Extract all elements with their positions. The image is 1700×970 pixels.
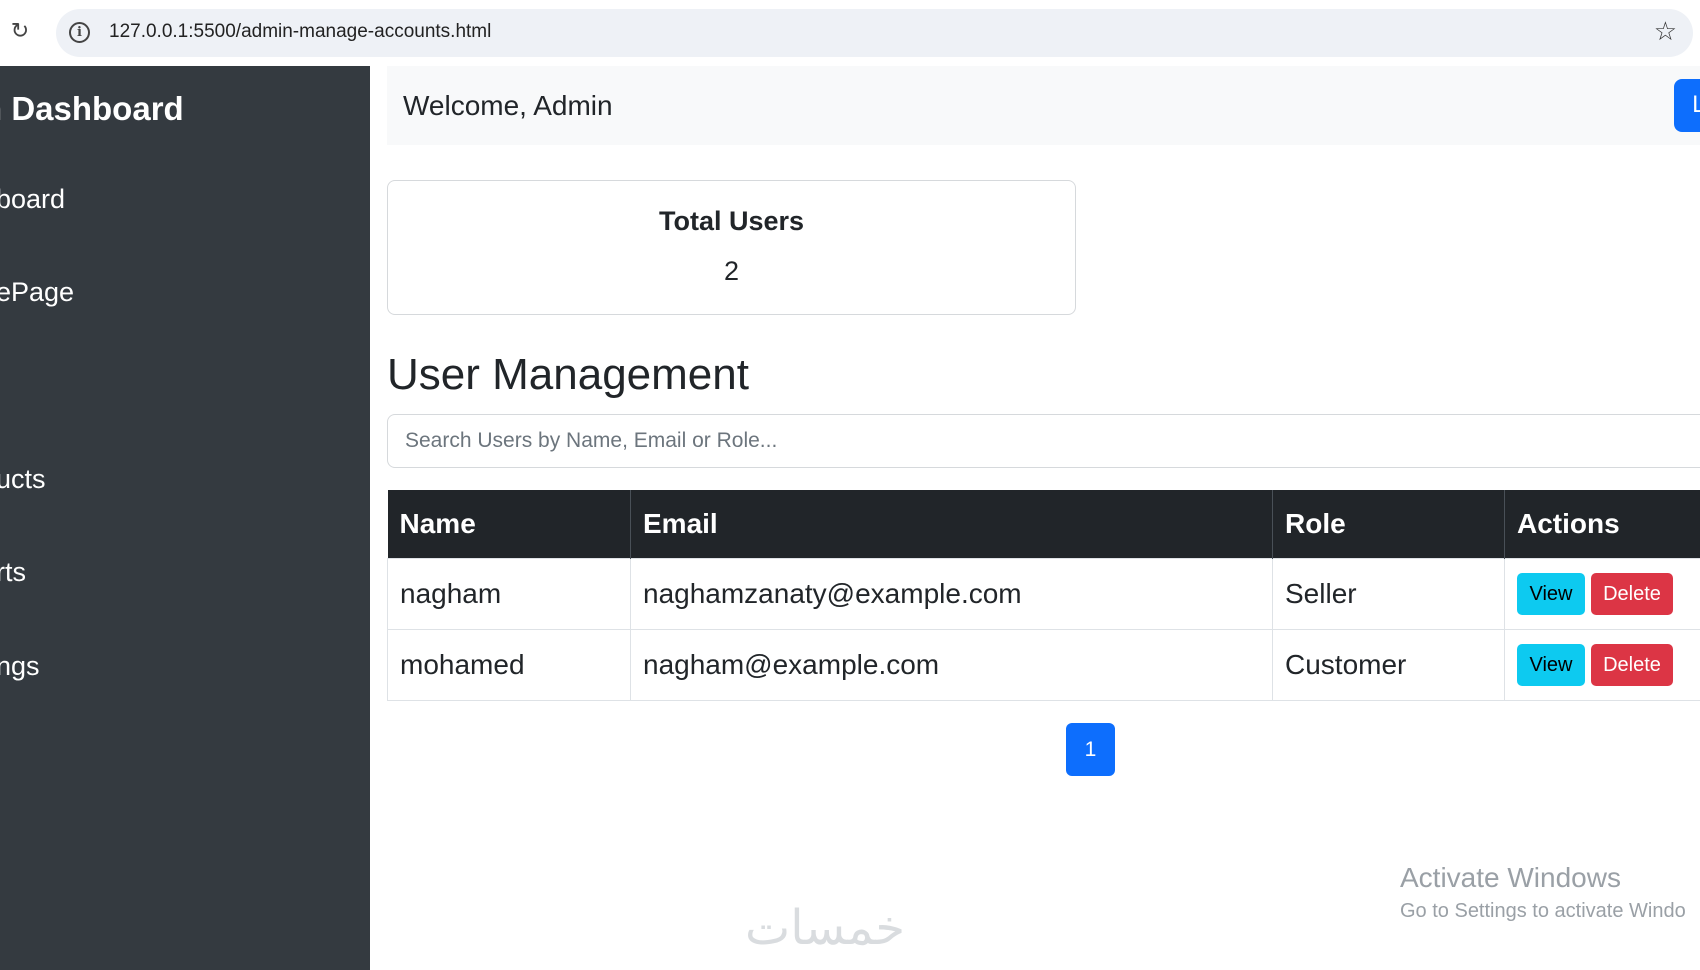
- cell-actions: View Delete: [1504, 628, 1700, 701]
- table-row: mohamed nagham@example.com Customer View…: [387, 628, 1700, 701]
- cell-email: nagham@example.com: [630, 628, 1273, 701]
- url-text: 127.0.0.1:5500/admin-manage-accounts.htm…: [109, 21, 492, 42]
- delete-button[interactable]: Delete: [1591, 643, 1673, 686]
- sidebar-item-label: board: [0, 184, 66, 214]
- table-header-row: Name Email Role Actions: [387, 490, 1700, 558]
- pagination-page-1[interactable]: 1: [1066, 723, 1115, 776]
- sidebar-title-text: n Dashboard: [0, 90, 184, 127]
- stat-value: 2: [723, 256, 740, 286]
- table-row: nagham naghamzanaty@example.com Seller V…: [387, 557, 1700, 630]
- address-bar[interactable]: i 127.0.0.1:5500/admin-manage-accounts.h…: [56, 9, 1693, 57]
- stat-title: Total Users: [658, 206, 805, 236]
- watermark-logo: خمسات: [745, 900, 906, 956]
- sidebar: n Dashboard board ePage ucts rts ngs: [0, 66, 370, 970]
- info-icon[interactable]: i: [69, 22, 90, 43]
- activate-windows-overlay: Activate Windows Go to Settings to activ…: [1400, 862, 1686, 923]
- view-button[interactable]: View: [1517, 643, 1585, 686]
- column-header-name: Name: [387, 490, 631, 558]
- star-icon[interactable]: ☆: [1654, 17, 1677, 47]
- sidebar-item-label: ePage: [0, 277, 75, 307]
- users-table: Name Email Role Actions nagham naghamzan…: [387, 490, 1700, 701]
- cell-role: Customer: [1272, 628, 1505, 701]
- top-navbar: Welcome, Admin L: [387, 66, 1700, 145]
- view-button[interactable]: View: [1517, 572, 1585, 615]
- column-header-actions: Actions: [1504, 490, 1700, 558]
- search-input[interactable]: [387, 414, 1700, 468]
- total-users-card: Total Users 2: [387, 180, 1076, 315]
- welcome-text: Welcome, Admin: [403, 90, 613, 121]
- cell-role: Seller: [1272, 557, 1505, 630]
- reload-icon[interactable]: ↻: [8, 20, 32, 44]
- activate-title: Activate Windows: [1400, 862, 1621, 893]
- cell-email: naghamzanaty@example.com: [630, 557, 1273, 630]
- column-header-email: Email: [630, 490, 1273, 558]
- delete-button[interactable]: Delete: [1591, 572, 1673, 615]
- sidebar-item-label: rts: [0, 557, 26, 587]
- page-title: User Management: [387, 350, 749, 399]
- logout-button[interactable]: L: [1674, 79, 1700, 132]
- column-header-role: Role: [1272, 490, 1505, 558]
- cell-actions: View Delete: [1504, 557, 1700, 630]
- activate-subtitle: Go to Settings to activate Windo: [1400, 900, 1686, 922]
- browser-toolbar: ↻ i 127.0.0.1:5500/admin-manage-accounts…: [0, 0, 1700, 66]
- sidebar-item-label: ucts: [0, 464, 46, 494]
- sidebar-item-label: ngs: [0, 651, 40, 681]
- cell-name: mohamed: [387, 628, 631, 701]
- cell-name: nagham: [387, 557, 631, 630]
